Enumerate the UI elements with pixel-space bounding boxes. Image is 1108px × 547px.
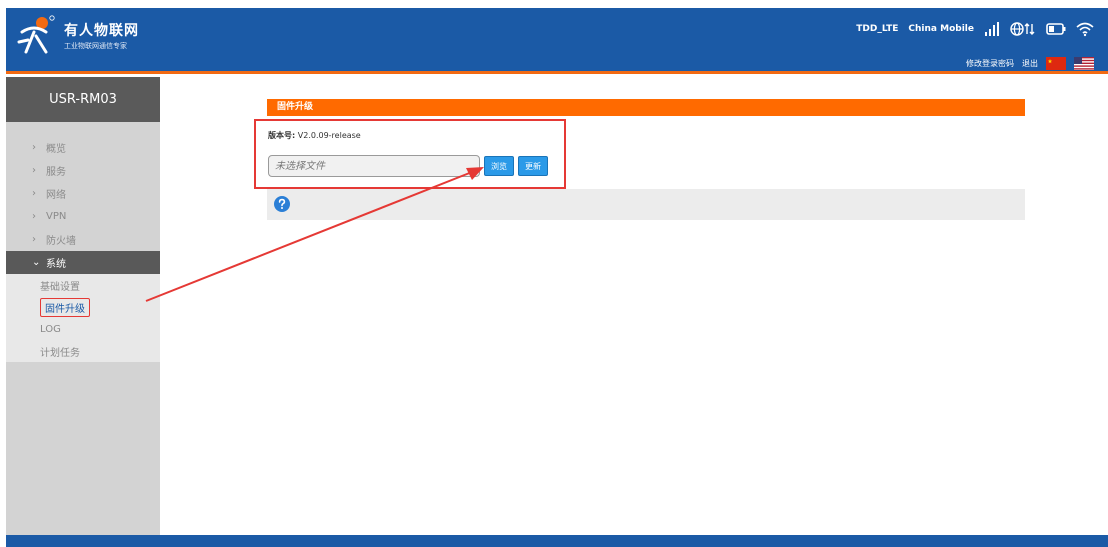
sidebar-subitem-firmware-upgrade[interactable]: 固件升级 (6, 296, 160, 318)
chevron-right-icon: › (32, 165, 36, 176)
chevron-right-icon: › (32, 234, 36, 245)
sidebar-item-services[interactable]: › 服务 (6, 159, 160, 182)
sidebar-item-system[interactable]: ⌄ 系统 (6, 251, 160, 274)
system-submenu: 基础设置 固件升级 LOG 计划任务 (6, 274, 160, 362)
sidebar-subitem-scheduled-tasks[interactable]: 计划任务 (6, 340, 160, 362)
sidebar-subitem-basic-settings[interactable]: 基础设置 (6, 274, 160, 296)
chevron-right-icon: › (32, 188, 36, 199)
internet-globe-icon (1010, 22, 1035, 36)
sidebar-subitem-label: 固件升级 (40, 297, 90, 317)
brand-name: 有人物联网 (64, 23, 139, 39)
section-title: 固件升级 (267, 99, 1025, 116)
wifi-icon (1076, 22, 1094, 37)
sidebar-item-label: 服务 (46, 167, 66, 178)
version-row: 版本号: V2.0.09-release (268, 130, 361, 141)
update-button[interactable]: 更新 (518, 156, 548, 176)
sidebar-item-overview[interactable]: › 概览 (6, 136, 160, 159)
sidebar-item-label: VPN (46, 211, 67, 222)
sidebar-nav: › 概览 › 服务 › 网络 › VPN › 防火墙 ⌄ 系统 基础设置 固件升… (6, 136, 160, 362)
sidebar-item-network[interactable]: › 网络 (6, 182, 160, 205)
chevron-down-icon: ⌄ (32, 257, 41, 268)
battery-icon (1046, 23, 1066, 35)
help-question-icon[interactable] (274, 196, 290, 212)
firmware-file-input[interactable] (268, 155, 480, 177)
sidebar-item-firewall[interactable]: › 防火墙 (6, 228, 160, 251)
usa-flag-icon[interactable] (1074, 56, 1094, 70)
app-root: 有人物联网 工业物联网通信专家 TDD_LTE China Mobile 修改登… (0, 0, 1108, 547)
signal-strength-icon (985, 22, 999, 36)
top-header: 有人物联网 工业物联网通信专家 TDD_LTE China Mobile 修改登… (6, 8, 1108, 74)
browse-button[interactable]: 浏览 (484, 156, 514, 176)
file-upload-row: 浏览 更新 (268, 155, 548, 177)
brand-slogan: 工业物联网通信专家 (64, 42, 127, 50)
version-label: 版本号: (268, 131, 296, 140)
network-type: TDD_LTE (856, 24, 899, 34)
sidebar-item-label: 防火墙 (46, 236, 76, 247)
chevron-right-icon: › (32, 211, 36, 222)
sidebar-item-label: 网络 (46, 190, 66, 201)
logout-link[interactable]: 退出 (1022, 58, 1038, 69)
user-bar: 修改登录密码 退出 (966, 56, 1094, 70)
version-value: V2.0.09-release (297, 131, 361, 140)
brand-logo-icon (17, 15, 55, 54)
sidebar-subitem-label: LOG (40, 323, 61, 335)
sidebar-item-label: 概览 (46, 144, 66, 155)
sidebar-item-label: 系统 (46, 259, 66, 270)
china-flag-icon[interactable] (1046, 56, 1066, 70)
chevron-right-icon: › (32, 142, 36, 153)
sidebar-subitem-label: 基础设置 (40, 281, 80, 293)
sidebar-subitem-log[interactable]: LOG (6, 318, 160, 340)
status-bar: TDD_LTE China Mobile (856, 18, 1094, 40)
main-content: 固件升级 版本号: V2.0.09-release 浏览 更新 (160, 77, 1108, 535)
help-panel (267, 189, 1025, 220)
sidebar-subitem-label: 计划任务 (40, 347, 80, 359)
sidebar: USR-RM03 › 概览 › 服务 › 网络 › VPN › 防火墙 ⌄ 系统… (6, 77, 160, 535)
bottom-footer (6, 535, 1108, 547)
sidebar-item-vpn[interactable]: › VPN (6, 205, 160, 228)
device-title: USR-RM03 (6, 77, 160, 122)
change-password-link[interactable]: 修改登录密码 (966, 58, 1014, 69)
carrier-name: China Mobile (908, 24, 974, 34)
